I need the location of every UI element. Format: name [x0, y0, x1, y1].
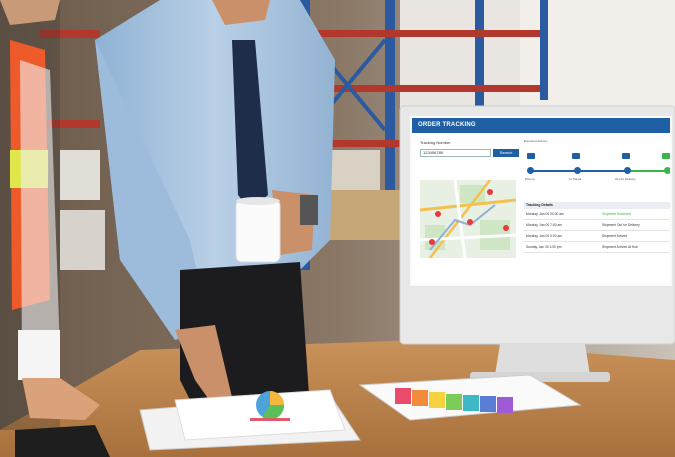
truck-icon [572, 153, 580, 159]
map-pin-icon [503, 225, 509, 231]
step-dot [527, 167, 534, 174]
tracking-details-title: Tracking Details [524, 202, 670, 209]
box-icon [527, 153, 535, 159]
detail-date: Monday, Jan 00 0:00 am [526, 234, 563, 238]
detail-date: Monday, Jan 00 00:00 am [526, 212, 564, 216]
detail-status: Shipment Arrived At Hub [602, 245, 638, 249]
coffee-mug [235, 197, 281, 263]
detail-date: Sunday, Jan 00 1:00 pm [526, 245, 562, 249]
step-dot [664, 167, 670, 174]
tracking-number-input[interactable]: 123456789 [420, 149, 491, 157]
order-tracking-screen: ORDER TRACKING Tracking Number 123456789… [412, 118, 670, 284]
step-label: Pick up [525, 177, 535, 181]
tracking-map [420, 180, 516, 258]
step-label: Out for Delivery [615, 177, 636, 181]
tablet [15, 425, 110, 457]
table-row: Monday, Jan 00 00:00 am Shipment Deliver… [524, 210, 670, 220]
table-row: Sunday, Jan 00 1:00 pm Shipment Arrived … [524, 243, 670, 253]
step-dot [574, 167, 581, 174]
tracking-number-label: Tracking Number [420, 140, 451, 145]
map-pin-icon [435, 211, 441, 217]
scooter-icon [622, 153, 630, 159]
check-icon [662, 153, 670, 159]
detail-status: Shipment Out for Delivery [602, 223, 640, 227]
map-pin-icon [467, 219, 473, 225]
expected-delivery-label: Expected delivery [524, 139, 548, 143]
detail-status: Shipment Arrived [602, 234, 628, 238]
step-label: In Transit [569, 177, 582, 181]
detail-date: Monday, Jan 00 7:00 am [526, 223, 563, 227]
table-row: Monday, Jan 00 0:00 am Shipment Arrived [524, 232, 670, 242]
table-row: Monday, Jan 00 7:00 am Shipment Out for … [524, 221, 670, 231]
step-dot [624, 167, 631, 174]
screen-title: ORDER TRACKING [412, 118, 670, 133]
map-pin-icon [487, 189, 493, 195]
search-button[interactable]: Search [493, 149, 519, 157]
map-pin-icon [429, 239, 435, 245]
detail-status: Shipment Delivered [602, 212, 631, 216]
